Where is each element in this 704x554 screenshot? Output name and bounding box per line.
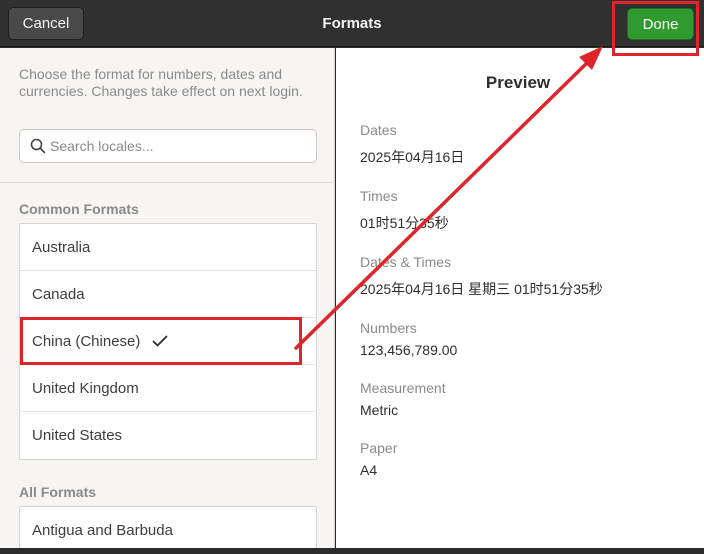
list-item-label: United Kingdom <box>32 379 139 397</box>
list-item-united-states[interactable]: United States <box>20 412 316 459</box>
datetimes-value: 2025年04月16日 星期三 01时51分35秒 <box>360 281 603 297</box>
list-item-label: United States <box>32 427 123 444</box>
times-label: Times <box>360 188 398 204</box>
done-button[interactable]: Done <box>627 8 694 40</box>
dates-value: 2025年04月16日 <box>360 149 465 165</box>
measurement-value: Metric <box>360 402 399 418</box>
times-value: 01时51分35秒 <box>360 215 449 231</box>
numbers-value: 123,456,789.00 <box>360 342 458 358</box>
list-item-canada[interactable]: Canada <box>20 271 316 318</box>
list-item-label: China (Chinese) <box>32 332 141 350</box>
search-input[interactable] <box>50 130 310 162</box>
dialog-title: Formats <box>322 15 382 32</box>
list-item-china[interactable]: China (Chinese) <box>20 318 316 365</box>
common-formats-heading: Common Formats <box>19 201 139 217</box>
section-divider <box>0 182 334 183</box>
check-icon <box>152 335 168 347</box>
locale-panel: Choose the format for numbers, dates and… <box>0 48 335 548</box>
all-formats-list: Antigua and Barbuda <box>19 506 317 548</box>
preview-panel: Preview Dates 2025年04月16日 Times 01时51分35… <box>336 48 704 548</box>
list-item-label: Canada <box>32 285 85 303</box>
common-formats-list: Australia Canada China (Chinese) United … <box>19 223 317 460</box>
search-field[interactable] <box>19 129 317 163</box>
header-bar: Cancel Formats Done <box>0 0 704 47</box>
list-item-australia[interactable]: Australia <box>20 224 316 271</box>
paper-value: A4 <box>360 462 378 478</box>
all-formats-heading: All Formats <box>19 484 97 500</box>
cancel-button[interactable]: Cancel <box>8 7 84 40</box>
list-item-label: Australia <box>32 238 91 256</box>
description-text: Choose the format for numbers, dates and… <box>19 66 303 99</box>
dates-label: Dates <box>360 122 397 138</box>
list-item-antigua-barbuda[interactable]: Antigua and Barbuda <box>20 507 316 548</box>
list-item-label: Antigua and Barbuda <box>32 522 173 539</box>
numbers-label: Numbers <box>360 320 417 336</box>
list-item-united-kingdom[interactable]: United Kingdom <box>20 365 316 412</box>
paper-label: Paper <box>360 440 398 456</box>
search-icon <box>30 138 46 154</box>
measurement-label: Measurement <box>360 380 446 396</box>
preview-title: Preview <box>485 73 551 92</box>
datetimes-label: Dates & Times <box>360 254 452 270</box>
